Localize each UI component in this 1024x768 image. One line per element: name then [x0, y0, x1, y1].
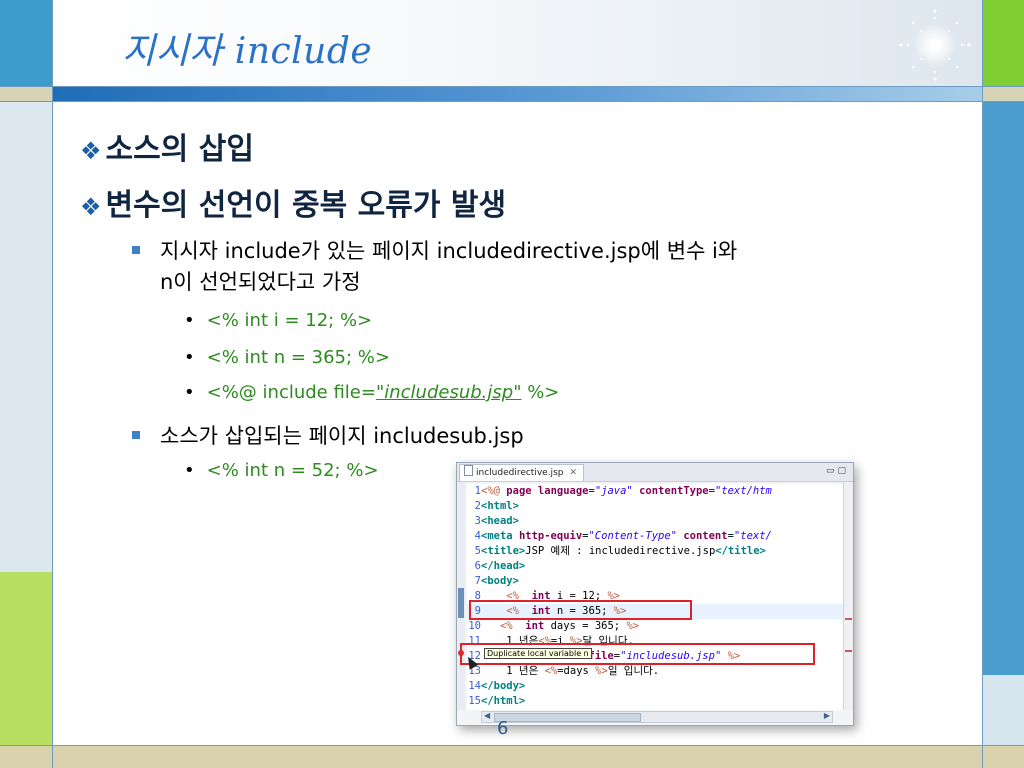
bullet-level1-duplicate-error: ❖ 변수의 선언이 중복 오류가 발생 [80, 180, 506, 224]
diamond-bullet-icon: ❖ [80, 137, 102, 165]
frame-left-green-block [0, 572, 52, 745]
scroll-left-arrow-icon[interactable]: ◀ [484, 711, 490, 720]
bullet-level3-code: • <% int n = 52; %> [184, 460, 379, 481]
file-icon [464, 465, 473, 476]
warning-overview-mark[interactable] [845, 618, 852, 620]
sparkle-icon [899, 9, 971, 81]
editor-overview-ruler[interactable] [843, 482, 853, 710]
code-text: <% int n = 52; %> [206, 460, 379, 481]
code-line: 7<body> [474, 575, 519, 587]
close-icon[interactable]: ✕ [569, 468, 577, 478]
frame-divider-top [0, 86, 1024, 87]
code-line: 5<title>JSP 예제 : includedirective.jsp</t… [474, 545, 766, 557]
diamond-bullet-icon: ❖ [80, 193, 102, 221]
code-line: 10 <% int days = 365; %> [468, 620, 640, 632]
frame-left-middle-block [0, 101, 52, 572]
dot-bullet-icon: • [184, 310, 195, 331]
editor-code-area[interactable]: 1<%@ page language="java" contentType="t… [467, 484, 843, 710]
dot-bullet-icon: • [184, 382, 195, 403]
code-text: <% int i = 12; %> [206, 310, 373, 331]
error-tooltip: Duplicate local variable n [484, 648, 592, 659]
editor-tab[interactable]: includedirective.jsp ✕ [459, 464, 585, 481]
frame-divider-bottom [0, 745, 1024, 746]
bullet-level2-assumption-cont: n이 선언되었다고 가정 [160, 270, 361, 294]
frame-divider-right [982, 0, 983, 768]
code-line: 13 1 년은 <%=days %>일 입니다. [468, 665, 660, 677]
editor-horizontal-scrollbar[interactable]: ◀ ▶ [481, 711, 833, 723]
frame-divider-left [52, 0, 53, 768]
bullet-level3-code: • <% int n = 365; %> [184, 347, 390, 368]
code-line: 4<meta http-equiv="Content-Type" content… [474, 530, 772, 542]
frame-left-top-block [0, 0, 52, 86]
bullet-text: 소스의 삽입 [105, 132, 254, 167]
code-text: <% int n = 365; %> [206, 347, 390, 368]
editor-tab-label: includedirective.jsp [476, 468, 564, 478]
frame-right-light-block [983, 675, 1024, 745]
bullet-level3-code: • <%@ include file="includesub.jsp" %> [184, 382, 559, 403]
code-line: 3<head> [474, 515, 519, 527]
window-controls[interactable]: ▭▢ [826, 466, 849, 476]
code-line: 1<%@ page language="java" contentType="t… [474, 485, 772, 497]
footer-band [52, 745, 983, 768]
bullet-text: 지시자 include가 있는 페이지 includedirective.jsp… [160, 239, 738, 263]
square-bullet-icon [132, 246, 140, 254]
error-overview-mark[interactable] [845, 650, 852, 652]
range-indicator [458, 588, 464, 618]
bullet-level3-code: • <% int i = 12; %> [184, 310, 372, 331]
bullet-text: 소스가 삽입되는 페이지 includesub.jsp [160, 424, 524, 448]
frame-right-green-block [983, 0, 1024, 86]
bullet-text: 변수의 선언이 중복 오류가 발생 [105, 188, 507, 223]
code-line: 6</head> [474, 560, 526, 572]
include-file-link[interactable]: "includesub.jsp" [376, 382, 522, 403]
scrollbar-thumb[interactable] [494, 713, 641, 722]
editor-gutter [457, 482, 465, 710]
code-line: 2<html> [474, 500, 519, 512]
page-number: 6 [497, 718, 509, 739]
highlight-box-line9 [469, 600, 692, 620]
slide-title: 지시자 include [122, 31, 373, 72]
dot-bullet-icon: • [184, 347, 195, 368]
code-text: %> [521, 382, 560, 403]
frame-divider-top2 [0, 101, 1024, 102]
bullet-level2-assumption: 지시자 include가 있는 페이지 includedirective.jsp… [132, 235, 737, 265]
code-line: 14</body> [468, 680, 526, 692]
bullet-level2-included-page: 소스가 삽입되는 페이지 includesub.jsp [132, 420, 524, 450]
scroll-right-arrow-icon[interactable]: ▶ [824, 711, 830, 720]
dot-bullet-icon: • [184, 460, 195, 481]
frame-right-bottom-block [983, 745, 1024, 768]
frame-right-blue-block [983, 101, 1024, 675]
code-editor-screenshot: includedirective.jsp ✕ ▭▢ 1<%@ page langu… [456, 462, 854, 726]
bullet-level1-source-insert: ❖ 소스의 삽입 [80, 124, 254, 168]
code-text: <%@ include file= [206, 382, 376, 403]
code-line: 15</html> [468, 695, 526, 707]
header-band-gradient [52, 86, 983, 101]
square-bullet-icon [132, 431, 140, 439]
editor-tabbar: includedirective.jsp ✕ ▭▢ [457, 463, 853, 482]
frame-left-bottom-block [0, 745, 52, 768]
